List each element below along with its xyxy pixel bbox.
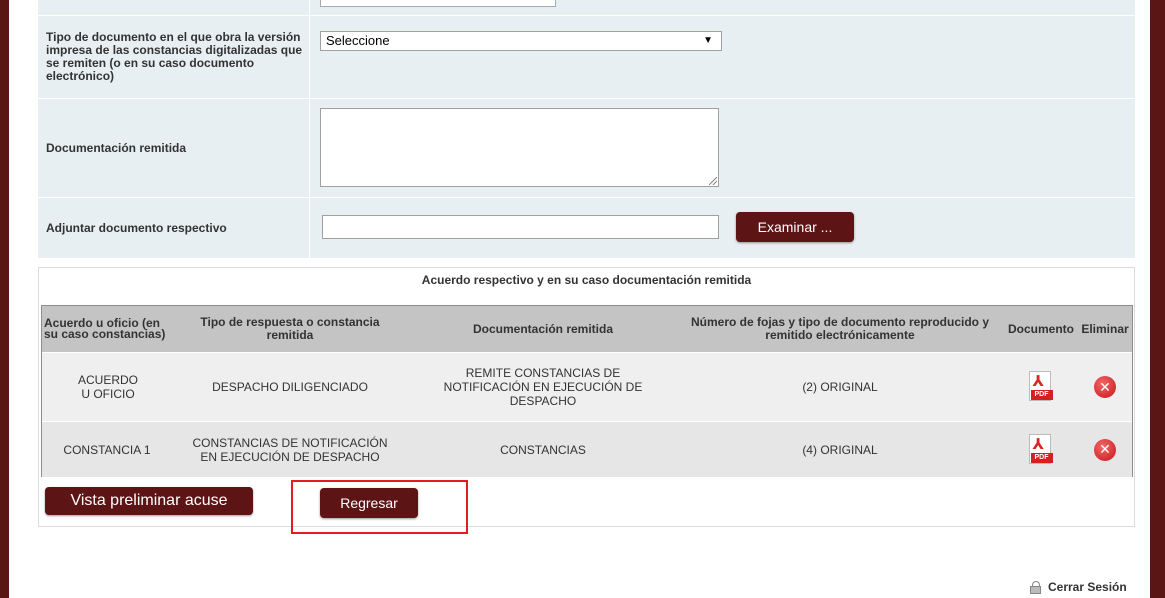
tipo-documento-selected: Seleccione <box>326 33 390 48</box>
cell-documentacion: CONSTANCIAS <box>500 442 586 457</box>
previous-row <box>38 0 1135 16</box>
lock-body <box>1030 585 1041 594</box>
documents-table: Acuerdo u oficio (en su caso constancias… <box>41 305 1133 477</box>
resize-grip-icon[interactable] <box>709 177 717 185</box>
table-row: ACUERDO U OFICIO DESPACHO DILIGENCIADO R… <box>42 352 1132 421</box>
highlight-box <box>291 480 468 534</box>
left-border <box>0 0 9 598</box>
table-row: CONSTANCIA 1 CONSTANCIAS DE NOTIFICACIÓN… <box>42 421 1132 477</box>
header-tipo: Tipo de respuesta o constancia remitida <box>200 315 380 342</box>
pdf-tag: PDF <box>1030 390 1053 400</box>
delete-icon[interactable]: ✕ <box>1094 376 1116 398</box>
acrobat-icon: ⅄ <box>1032 373 1044 390</box>
logout-label: Cerrar Sesión <box>1048 580 1127 594</box>
dropdown-arrow-icon: ▼ <box>703 35 713 46</box>
cell-documento: ⅄ PDF <box>1004 422 1078 477</box>
table-header-row: Acuerdo u oficio (en su caso constancias… <box>42 306 1132 352</box>
tipo-documento-row: Tipo de documento en el que obra la vers… <box>38 16 1135 99</box>
documentacion-label: Documentación remitida <box>38 99 310 197</box>
table-caption: Acuerdo respectivo y en su caso document… <box>421 273 752 287</box>
cell-eliminar: ✕ <box>1078 353 1132 421</box>
cell-documento: ⅄ PDF <box>1004 353 1078 421</box>
lock-icon <box>1030 580 1042 594</box>
file-path-input[interactable] <box>322 215 719 239</box>
adjuntar-label: Adjuntar documento respectivo <box>38 198 310 258</box>
cell-acuerdo: ACUERDO U OFICIO <box>78 373 139 401</box>
delete-icon[interactable]: ✕ <box>1094 438 1116 461</box>
previous-row-label <box>38 0 310 15</box>
pdf-tag: PDF <box>1030 452 1053 463</box>
cell-tipo: DESPACHO DILIGENCIADO <box>212 380 368 394</box>
previous-input[interactable] <box>320 0 556 7</box>
cell-acuerdo: CONSTANCIA 1 <box>63 442 151 457</box>
header-fojas: Número de fojas y tipo de documento repr… <box>690 315 990 342</box>
acrobat-icon: ⅄ <box>1032 435 1044 453</box>
header-acuerdo: Acuerdo u oficio (en su caso constancias… <box>44 316 166 341</box>
cell-fojas: (4) ORIGINAL <box>802 442 878 457</box>
pdf-icon[interactable]: ⅄ PDF <box>1028 433 1054 466</box>
pdf-icon[interactable]: ⅄ PDF <box>1028 371 1054 403</box>
tipo-documento-label: Tipo de documento en el que obra la vers… <box>38 16 310 98</box>
cell-tipo: CONSTANCIAS DE NOTIFICACIÓN EN EJECUCIÓN… <box>192 435 388 464</box>
examinar-button[interactable]: Examinar ... <box>736 212 854 242</box>
form-panel: Tipo de documento en el que obra la vers… <box>38 0 1135 258</box>
header-eliminar: Eliminar <box>1081 321 1129 336</box>
cell-fojas: (2) ORIGINAL <box>802 380 878 394</box>
header-documento: Documento <box>1008 321 1074 336</box>
right-border <box>1150 0 1165 598</box>
tipo-documento-select[interactable]: Seleccione ▼ <box>320 31 722 51</box>
cell-eliminar: ✕ <box>1078 422 1132 477</box>
logout-link[interactable]: Cerrar Sesión <box>1030 580 1127 594</box>
cell-documentacion: REMITE CONSTANCIAS DE NOTIFICACIÓN EN EJ… <box>443 366 643 408</box>
vista-preliminar-button[interactable]: Vista preliminar acuse <box>45 487 253 515</box>
header-documentacion: Documentación remitida <box>472 321 614 336</box>
documentacion-textarea[interactable] <box>320 108 719 187</box>
